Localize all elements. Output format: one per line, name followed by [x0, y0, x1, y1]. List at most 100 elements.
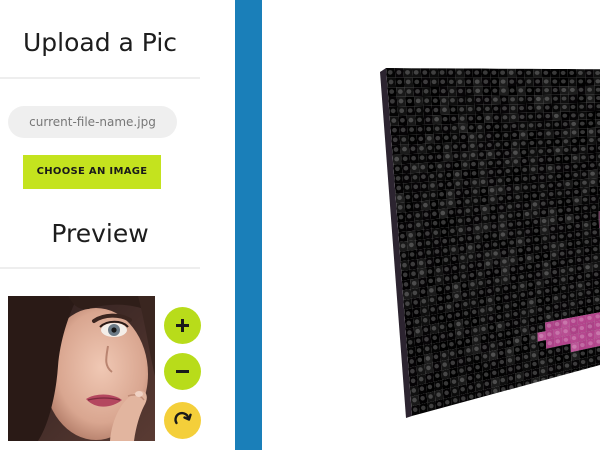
brick-stud: [513, 320, 519, 326]
brick-tile: [547, 372, 557, 384]
plus-icon: [176, 319, 189, 332]
brick-stud: [437, 296, 443, 301]
brick-stud: [591, 196, 596, 201]
brick-stud: [465, 208, 471, 213]
brick-stud: [407, 339, 413, 345]
brick-stud: [412, 397, 417, 403]
file-name-field[interactable]: current-file-name.jpg: [8, 106, 177, 138]
brick-stud: [542, 227, 547, 232]
zoom-in-button[interactable]: [164, 307, 201, 344]
brick-stud: [431, 79, 437, 85]
brick-stud: [441, 352, 447, 358]
brick-stud: [431, 202, 437, 207]
brick-stud: [538, 157, 544, 163]
brick-stud: [423, 89, 429, 94]
brick-stud: [576, 240, 581, 245]
brick-stud: [519, 274, 525, 280]
brick-stud: [488, 316, 494, 321]
brick-stud: [398, 98, 404, 104]
brick-stud: [595, 70, 600, 76]
brick-stud: [492, 97, 498, 102]
mosaic-canvas[interactable]: [262, 0, 600, 450]
brick-stud: [539, 333, 544, 339]
brick-stud: [521, 141, 526, 146]
brick-stud: [433, 345, 438, 350]
brick-stud: [481, 197, 487, 203]
brick-stud: [522, 328, 527, 333]
brick-stud: [491, 361, 496, 366]
brick-stud: [503, 286, 509, 291]
brick-tile: [587, 363, 597, 375]
brick-stud: [405, 194, 411, 200]
brick-stud: [500, 79, 506, 84]
brick-stud: [509, 249, 515, 254]
rotate-button[interactable]: [164, 402, 201, 439]
brick-stud: [564, 173, 570, 178]
brick-stud: [492, 233, 497, 238]
brick-stud: [499, 350, 504, 356]
brick-stud: [550, 235, 556, 240]
brick-stud: [526, 70, 531, 75]
brick-stud: [441, 98, 447, 103]
brick-stud: [513, 159, 519, 164]
brick-stud: [473, 328, 478, 333]
brick-stud: [500, 368, 505, 374]
brick-stud: [479, 161, 485, 166]
brick-stud: [434, 249, 440, 254]
brick-stud: [469, 134, 475, 139]
brick-stud: [405, 301, 410, 307]
brick-stud: [433, 230, 439, 235]
brick-stud: [525, 238, 531, 243]
brick-stud: [455, 312, 461, 317]
choose-image-button[interactable]: CHOOSE AN IMAGE: [23, 155, 161, 189]
brick-stud: [507, 349, 512, 354]
preview-image: [8, 296, 155, 441]
brick-stud: [547, 349, 553, 354]
brick-stud: [578, 300, 584, 305]
zoom-out-button[interactable]: [164, 353, 201, 390]
brick-stud: [574, 198, 580, 203]
brick-stud: [545, 114, 551, 119]
brick-stud: [525, 229, 531, 234]
brick-stud: [417, 241, 423, 247]
brick-stud: [389, 89, 395, 94]
brick-stud: [486, 133, 492, 139]
brick-stud: [510, 106, 516, 111]
brick-stud: [448, 209, 454, 215]
brick-stud: [498, 196, 504, 201]
brick-stud: [480, 170, 485, 175]
brick-stud: [489, 179, 494, 184]
brick-stud: [485, 261, 491, 266]
brick-stud: [523, 185, 528, 190]
brick-stud: [477, 125, 483, 130]
brick-stud: [445, 163, 451, 168]
brick-stud: [568, 250, 573, 255]
brick-stud: [447, 313, 452, 319]
brick-stud: [560, 268, 566, 273]
brick-stud: [538, 149, 544, 154]
brick-stud: [539, 342, 544, 347]
brick-stud: [485, 106, 490, 111]
brick-stud: [405, 70, 410, 75]
brick-stud: [579, 325, 585, 331]
brick-stud: [485, 390, 490, 396]
brick-stud: [428, 164, 434, 169]
brick-stud: [540, 360, 545, 365]
brick-stud: [451, 379, 457, 384]
brick-stud: [451, 116, 457, 122]
brick-stud: [477, 392, 482, 398]
brick-stud: [567, 241, 573, 247]
brick-stud: [511, 284, 517, 290]
brick-stud: [428, 278, 434, 284]
brick-stud: [452, 265, 458, 271]
brick-stud: [553, 296, 559, 301]
brick-stud: [583, 222, 589, 228]
brick-stud: [543, 262, 549, 267]
brick-stud: [542, 236, 548, 241]
brick-stud: [561, 277, 566, 282]
brick-stud: [483, 234, 489, 239]
brick-stud: [571, 121, 577, 126]
brick-stud: [467, 97, 473, 103]
brick-stud: [442, 248, 448, 253]
brick-stud: [551, 244, 556, 249]
